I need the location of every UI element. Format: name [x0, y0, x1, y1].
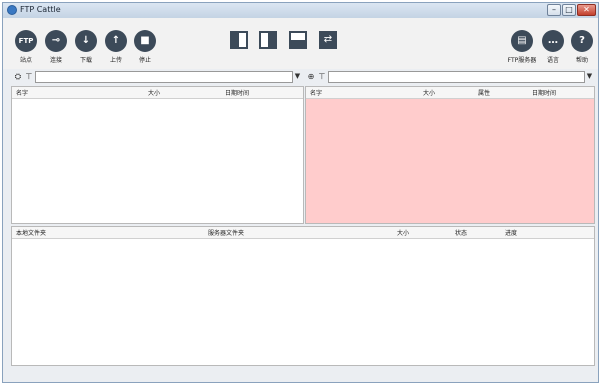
status-bar — [3, 368, 598, 382]
help-label: 帮助 — [575, 57, 588, 64]
column-attributes[interactable]: 属性 — [478, 88, 490, 97]
remote-tree-icon[interactable]: ⊤ — [317, 72, 327, 82]
maximize-button[interactable]: □ — [562, 4, 576, 16]
help-button[interactable]: ? 帮助 — [565, 30, 599, 64]
stop-label: 停止 — [138, 57, 151, 64]
column-server-folder[interactable]: 服务器文件夹 — [208, 228, 244, 237]
app-logo-icon — [7, 5, 17, 15]
column-size[interactable]: 大小 — [423, 88, 435, 97]
swap-panes-button[interactable]: ⇄ — [319, 31, 337, 49]
local-tree-icon[interactable]: ⊤ — [24, 72, 34, 82]
connect-button[interactable]: ⊸ 连接 — [39, 30, 73, 64]
stop-icon: ■ — [134, 30, 156, 52]
column-name[interactable]: 名字 — [310, 88, 322, 97]
column-size[interactable]: 大小 — [148, 88, 160, 97]
column-progress[interactable]: 进度 — [505, 228, 517, 237]
column-size[interactable]: 大小 — [397, 228, 409, 237]
help-icon: ? — [571, 30, 593, 52]
key-icon: ⊸ — [45, 30, 67, 52]
queue-header: 本地文件夹 服务器文件夹 大小 状态 进度 — [12, 227, 594, 239]
column-name[interactable]: 名字 — [16, 88, 28, 97]
local-path-dropdown[interactable]: ▼ — [293, 72, 302, 81]
layout-right-icon — [268, 33, 275, 47]
remote-file-list[interactable]: 名字 大小 属性 日期时间 — [305, 86, 595, 224]
layout-left-pane-button[interactable] — [230, 31, 248, 49]
transfer-queue[interactable]: 本地文件夹 服务器文件夹 大小 状态 进度 — [11, 226, 595, 366]
remote-path-dropdown[interactable]: ▼ — [585, 72, 594, 81]
column-local-folder[interactable]: 本地文件夹 — [16, 228, 46, 237]
arrow-up-icon: ↑ — [105, 30, 127, 52]
column-datetime[interactable]: 日期时间 — [225, 88, 249, 97]
layout-bottom-pane-button[interactable] — [289, 31, 307, 49]
arrow-down-icon: ↓ — [75, 30, 97, 52]
close-button[interactable]: ✕ — [577, 4, 596, 16]
ftp-server-button[interactable]: ▤ FTP服务器 — [505, 30, 539, 64]
title-bar: FTP Cattle – □ ✕ — [3, 3, 598, 18]
connect-label: 连接 — [49, 57, 62, 64]
ftp-icon: FTP — [15, 30, 37, 52]
local-path-input[interactable] — [35, 71, 293, 83]
remote-path-input[interactable] — [328, 71, 585, 83]
minimize-button[interactable]: – — [547, 4, 561, 16]
speech-bubble-icon: … — [542, 30, 564, 52]
download-label: 下载 — [79, 57, 92, 64]
app-window: FTP Cattle – □ ✕ FTP 站点 ⊸ 连接 ↓ 下载 ↑ 上传 ■… — [2, 2, 599, 383]
layout-right-pane-button[interactable] — [259, 31, 277, 49]
local-drive-icon[interactable]: ⛭ — [13, 72, 23, 82]
window-title: FTP Cattle — [20, 5, 61, 14]
layout-bottom-icon — [291, 40, 305, 47]
layout-left-icon — [232, 33, 239, 47]
column-status[interactable]: 状态 — [455, 228, 467, 237]
toolbar: FTP 站点 ⊸ 连接 ↓ 下载 ↑ 上传 ■ 停止 ⇄ ▤ FTP服务器 … … — [3, 18, 598, 69]
remote-list-header: 名字 大小 属性 日期时间 — [306, 87, 594, 99]
stop-button[interactable]: ■ 停止 — [128, 30, 162, 64]
site-label: 站点 — [19, 57, 32, 64]
local-file-list[interactable]: 名字 大小 日期时间 — [11, 86, 304, 224]
server-icon: ▤ — [511, 30, 533, 52]
local-list-header: 名字 大小 日期时间 — [12, 87, 303, 99]
site-button[interactable]: FTP 站点 — [9, 30, 43, 64]
remote-globe-icon[interactable]: ⊕ — [306, 72, 316, 82]
download-button[interactable]: ↓ 下载 — [69, 30, 103, 64]
ftp-server-label: FTP服务器 — [507, 57, 537, 64]
column-datetime[interactable]: 日期时间 — [532, 88, 556, 97]
